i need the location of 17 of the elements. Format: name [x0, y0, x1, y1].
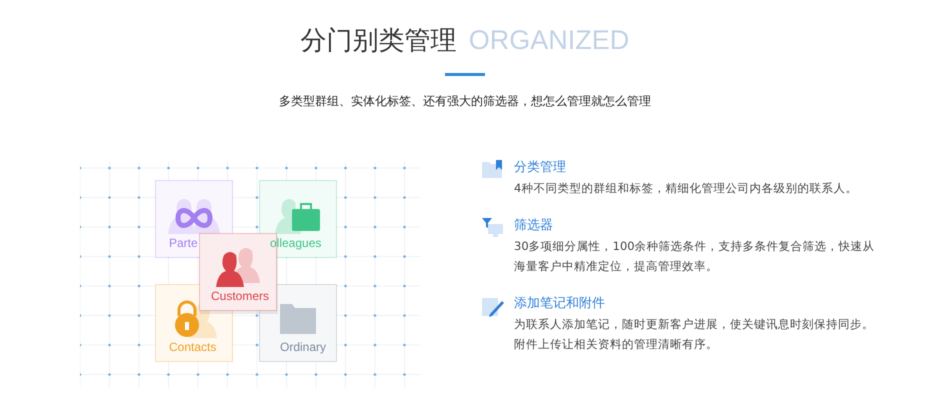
feature-description: 30多项细分属性，100余种筛选条件，支持多条件复合筛选，快速从 海量客户中精准定位，提高管理效率。 — [514, 238, 875, 275]
feature-description: 4种不同类型的群组和标签，精细化管理公司内各级别的联系人。 — [514, 180, 858, 197]
note-pen-icon — [482, 296, 504, 318]
folder-bookmark-icon — [482, 160, 504, 178]
section-subtitle: 多类型群组、实体化标签、还有强大的筛选器，想怎么管理就怎么管理 — [279, 93, 651, 110]
section-title: 分门别类管理 — [300, 25, 457, 58]
section-title-english: ORGANIZED — [468, 24, 630, 57]
feature-title: 筛选器 — [514, 217, 554, 235]
group-label: Customers — [211, 289, 270, 303]
group-label: Parte — [169, 236, 198, 250]
group-label: olleagues — [270, 236, 322, 250]
group-label: Contacts — [169, 340, 216, 354]
feature-title: 分类管理 — [514, 159, 567, 177]
filter-monitor-icon — [482, 218, 504, 238]
feature-title: 添加笔记和附件 — [514, 295, 606, 313]
group-label: Ordinary — [280, 340, 326, 354]
feature-description: 为联系人添加笔记，随时更新客户进展，使关键讯息时刻保持同步。 附件上传让相关资料的管理清晰有序。 — [514, 316, 874, 353]
